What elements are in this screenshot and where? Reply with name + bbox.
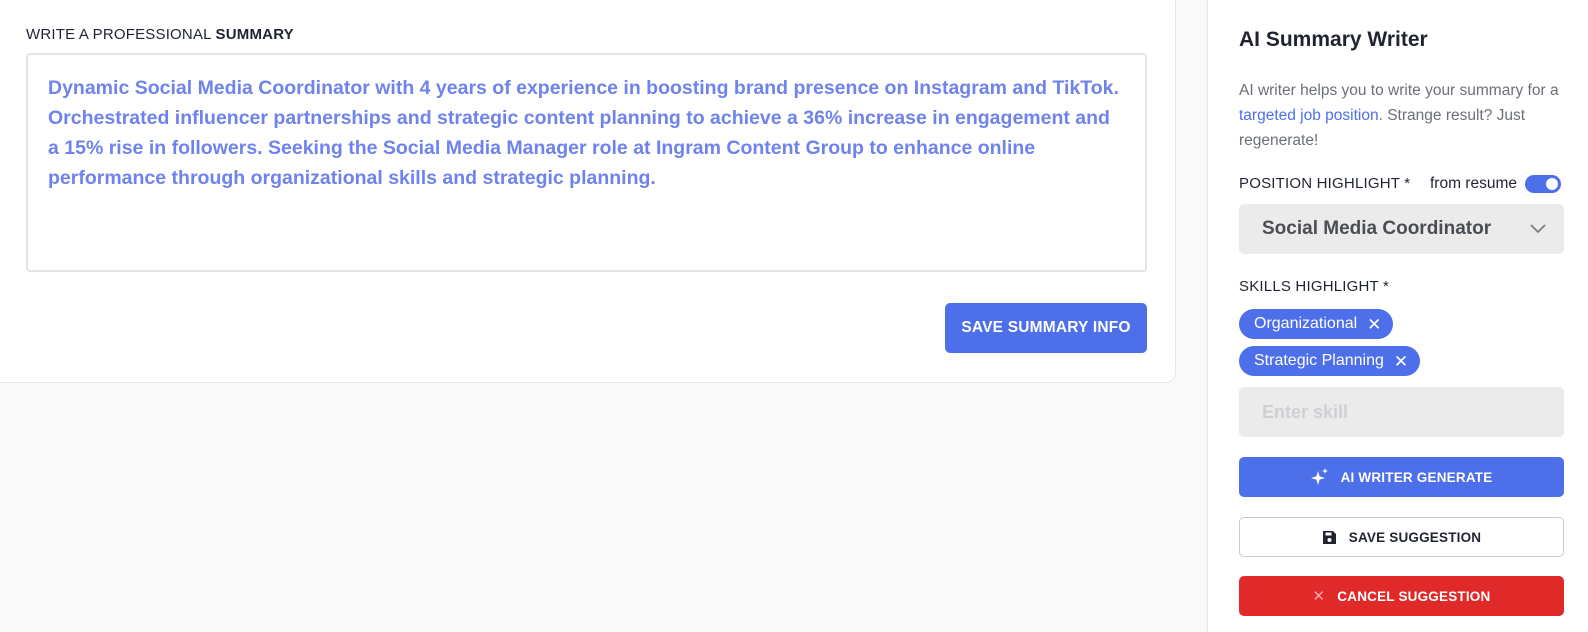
skills-highlight-label: SKILLS HIGHLIGHT * (1239, 278, 1390, 295)
section-label-bold: SUMMARY (215, 26, 294, 43)
skill-chip: Organizational ✕ (1239, 309, 1394, 339)
targeted-job-position-link[interactable]: targeted job position (1239, 107, 1379, 124)
section-label: WRITE A PROFESSIONAL SUMMARY (26, 26, 294, 43)
skill-chip-label: Strategic Planning (1254, 352, 1384, 369)
panel-description: AI writer helps you to write your summar… (1239, 78, 1569, 153)
position-highlight-label: POSITION HIGHLIGHT * (1239, 175, 1411, 192)
cancel-suggestion-button[interactable]: ✕ CANCEL SUGGESTION (1239, 576, 1564, 616)
ai-writer-generate-button[interactable]: AI WRITER GENERATE (1239, 457, 1564, 497)
save-summary-button[interactable]: SAVE SUMMARY INFO (945, 303, 1147, 353)
from-resume-label: from resume (1430, 175, 1517, 192)
summary-card: WRITE A PROFESSIONAL SUMMARY Dynamic Soc… (0, 0, 1176, 383)
ai-summary-panel: AI Summary Writer AI writer helps you to… (1207, 0, 1588, 632)
close-icon[interactable]: ✕ (1367, 316, 1381, 333)
panel-title: AI Summary Writer (1239, 28, 1428, 51)
skill-input[interactable] (1239, 387, 1564, 437)
floppy-disk-icon (1322, 530, 1337, 545)
from-resume-toggle[interactable] (1525, 175, 1561, 193)
save-suggestion-label: SAVE SUGGESTION (1348, 529, 1482, 545)
skill-chip: Strategic Planning ✕ (1239, 346, 1421, 376)
generate-label: AI WRITER GENERATE (1340, 469, 1493, 485)
position-select[interactable]: Social Media Coordinator (1239, 204, 1564, 254)
close-icon[interactable]: ✕ (1394, 353, 1408, 370)
close-icon: ✕ (1312, 588, 1326, 605)
from-resume-toggle-wrap: from resume (1430, 175, 1561, 193)
sparkle-icon (1310, 468, 1329, 486)
toggle-knob (1546, 178, 1558, 190)
chevron-down-icon (1530, 224, 1546, 234)
skill-chip-label: Organizational (1254, 315, 1358, 332)
section-label-prefix: WRITE A PROFESSIONAL (26, 26, 212, 43)
position-select-value: Social Media Coordinator (1262, 218, 1492, 239)
summary-textarea[interactable]: Dynamic Social Media Coordinator with 4 … (26, 53, 1147, 272)
desc-text-1: AI writer helps you to write your summar… (1239, 82, 1559, 99)
save-suggestion-button[interactable]: SAVE SUGGESTION (1239, 517, 1564, 557)
cancel-suggestion-label: CANCEL SUGGESTION (1337, 588, 1491, 604)
